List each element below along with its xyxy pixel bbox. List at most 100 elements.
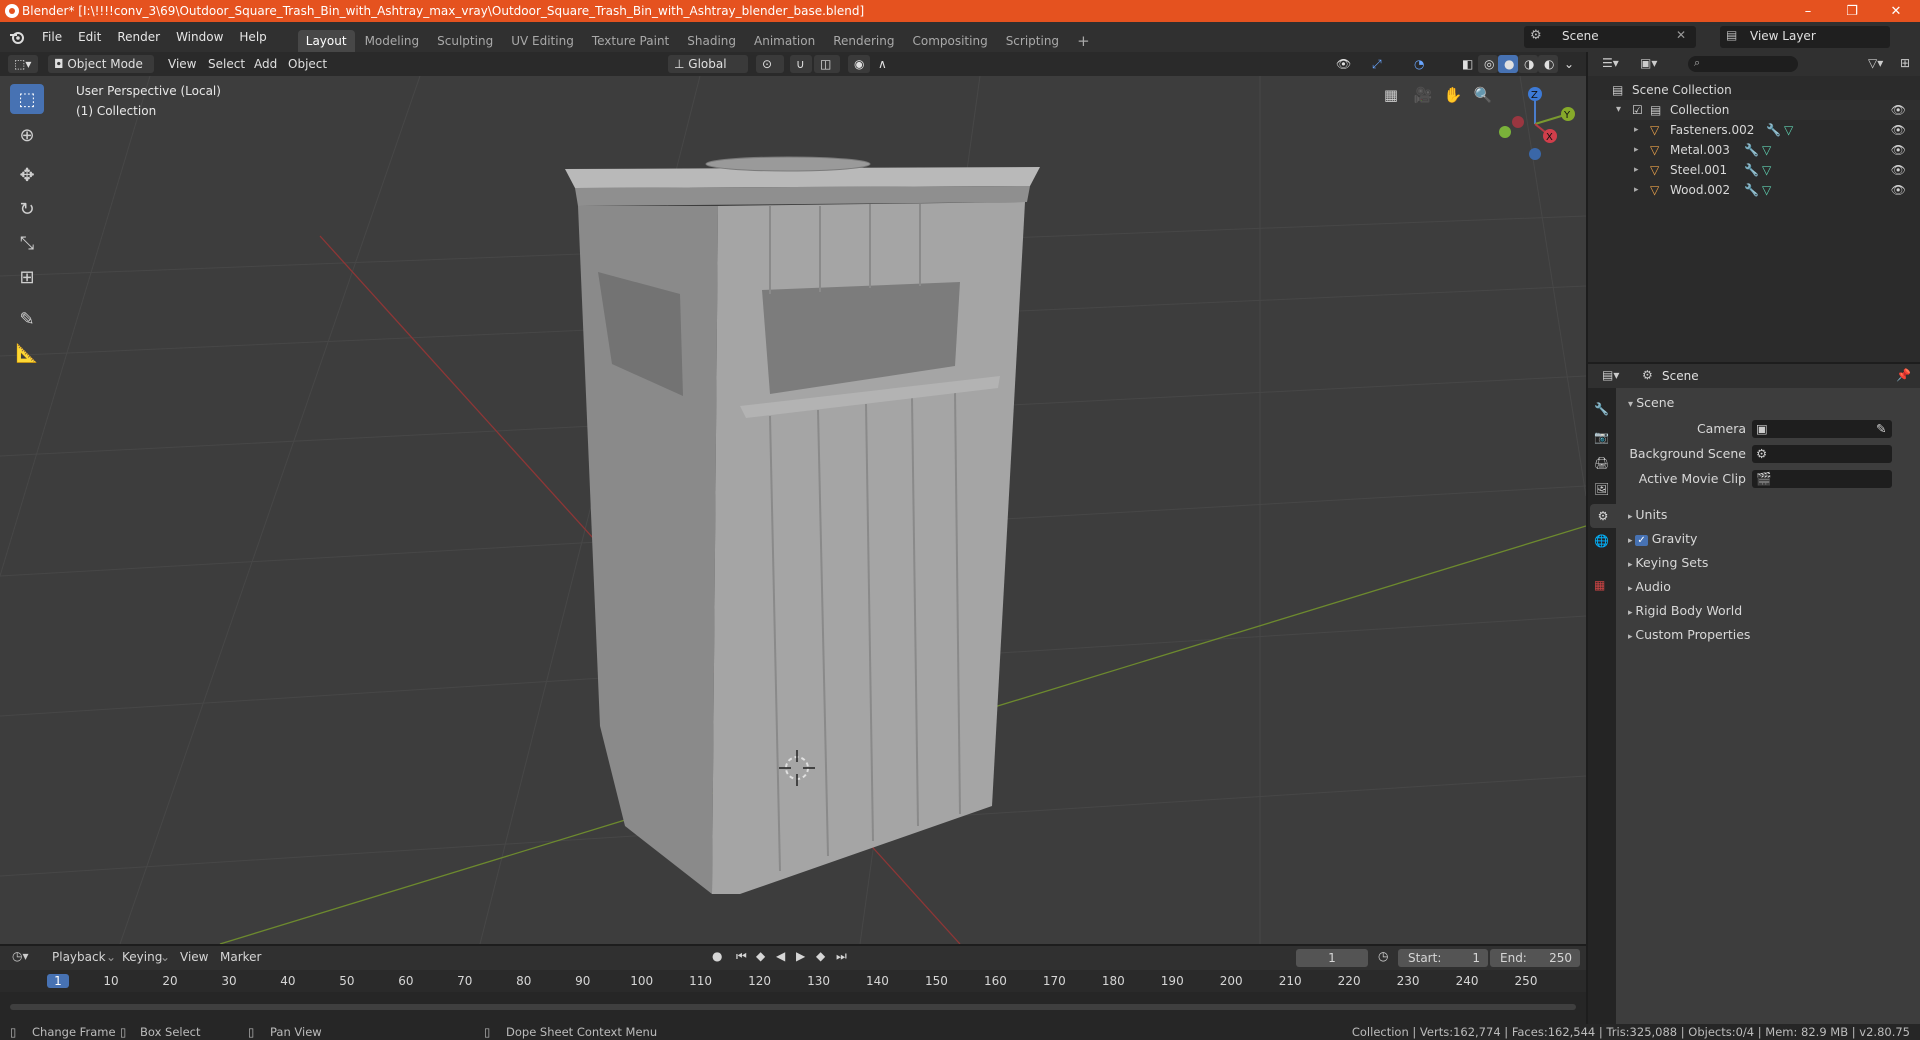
wireframe-shading-icon[interactable]: ◎: [1478, 55, 1498, 73]
new-collection-icon[interactable]: ⊞: [1900, 56, 1910, 70]
menu-marker[interactable]: Marker: [220, 950, 261, 964]
outliner-editor-icon[interactable]: ☰▾: [1602, 56, 1619, 70]
menu-file[interactable]: File: [34, 22, 70, 52]
workspace-tab-scripting[interactable]: Scripting: [998, 30, 1067, 52]
move-tool-icon[interactable]: ✥: [10, 160, 44, 190]
visibility-icon[interactable]: 👁: [1330, 55, 1360, 73]
view-layer-tab-icon[interactable]: 🖼: [1594, 482, 1609, 496]
rendered-shading-icon[interactable]: ◐: [1538, 55, 1558, 73]
scale-tool-icon[interactable]: ⤡: [10, 228, 44, 258]
properties-editor-icon[interactable]: ▤▾: [1602, 368, 1619, 382]
menu-add[interactable]: Add: [254, 55, 277, 73]
texture-tab-icon[interactable]: ▦: [1594, 578, 1605, 592]
movie-clip-field[interactable]: 🎬: [1752, 470, 1892, 488]
checkbox-icon[interactable]: ☑: [1632, 100, 1643, 120]
close-button[interactable]: ✕: [1874, 0, 1918, 22]
gravity-checkbox[interactable]: ✓: [1635, 535, 1648, 546]
transform-tool-icon[interactable]: ⊞: [10, 262, 44, 292]
menu-edit[interactable]: Edit: [70, 22, 109, 52]
eye-icon[interactable]: 👁: [1891, 140, 1906, 160]
menu-object[interactable]: Object: [288, 55, 327, 73]
outliner-object-row[interactable]: ▸ ▽ Steel.001 🔧 ▽ 👁: [1588, 160, 1920, 180]
panel-units[interactable]: ▸ Units: [1628, 504, 1918, 526]
workspace-tab-shading[interactable]: Shading: [679, 30, 744, 52]
jump-start-icon[interactable]: ⏮: [736, 949, 747, 964]
menu-render[interactable]: Render: [109, 22, 168, 52]
outliner-search-input[interactable]: ⌕: [1688, 56, 1798, 72]
eye-icon[interactable]: 👁: [1891, 160, 1906, 180]
view-layer-selector[interactable]: ▤ View Layer: [1720, 26, 1890, 48]
workspace-tab-layout[interactable]: Layout: [297, 30, 355, 52]
panel-custom-properties[interactable]: ▸ Custom Properties: [1628, 624, 1918, 646]
workspace-tab-uv-editing[interactable]: UV Editing: [503, 30, 582, 52]
eye-icon[interactable]: 👁: [1891, 120, 1906, 140]
jump-end-icon[interactable]: ⏭: [836, 949, 847, 964]
menu-view[interactable]: View: [180, 950, 208, 964]
eye-icon[interactable]: 👁: [1891, 100, 1906, 120]
filter-icon[interactable]: ▽▾: [1868, 56, 1883, 70]
blender-menu-icon[interactable]: [0, 30, 34, 44]
menu-view[interactable]: View: [168, 55, 196, 73]
prev-keyframe-icon[interactable]: ◆: [756, 949, 765, 963]
outliner-scene-collection[interactable]: ▤ Scene Collection: [1588, 80, 1920, 100]
menu-help[interactable]: Help: [231, 22, 274, 52]
expand-arrow-icon[interactable]: ▸: [1634, 160, 1639, 180]
rotate-tool-icon[interactable]: ↻: [10, 194, 44, 224]
clock-icon[interactable]: ◷: [1378, 949, 1388, 963]
expand-arrow-icon[interactable]: ▸: [1634, 180, 1639, 200]
workspace-tab-modeling[interactable]: Modeling: [357, 30, 428, 52]
ortho-toggle-icon[interactable]: ▦: [1380, 86, 1402, 108]
record-icon[interactable]: ●: [712, 949, 722, 963]
editor-type-icon[interactable]: ⬚▾: [8, 55, 38, 73]
world-tab-icon[interactable]: 🌐: [1594, 534, 1609, 548]
timeline-track-area[interactable]: [0, 992, 1586, 1024]
output-tab-icon[interactable]: 🖨: [1594, 456, 1609, 470]
gizmo-toggle-icon[interactable]: ⤢: [1366, 55, 1396, 73]
measure-tool-icon[interactable]: 📐: [10, 338, 44, 368]
scene-tab-icon[interactable]: ⚙: [1590, 504, 1616, 528]
play-reverse-icon[interactable]: ◀: [776, 949, 785, 963]
material-shading-icon[interactable]: ◑: [1518, 55, 1538, 73]
snap-icon[interactable]: ∪: [790, 55, 812, 73]
annotate-tool-icon[interactable]: ✎: [10, 304, 44, 334]
workspace-tab-rendering[interactable]: Rendering: [825, 30, 902, 52]
panel-gravity[interactable]: ▸ ✓ Gravity: [1628, 528, 1918, 550]
play-icon[interactable]: ▶: [796, 949, 805, 963]
cursor-tool-icon[interactable]: ⊕: [10, 120, 44, 150]
outliner-object-row[interactable]: ▸ ▽ Wood.002 🔧 ▽ 👁: [1588, 180, 1920, 200]
end-frame-input[interactable]: End: 250: [1490, 949, 1580, 967]
add-workspace-button[interactable]: +: [1069, 30, 1098, 52]
outliner-collection[interactable]: ▾ ☑ ▤ Collection 👁: [1588, 100, 1920, 120]
expand-arrow-icon[interactable]: ▸: [1634, 140, 1639, 160]
next-keyframe-icon[interactable]: ◆: [816, 949, 825, 963]
scene-close-icon[interactable]: ✕: [1676, 28, 1686, 42]
eye-icon[interactable]: 👁: [1891, 180, 1906, 200]
select-box-tool-icon[interactable]: ⬚: [10, 84, 44, 114]
pin-icon[interactable]: 📌: [1896, 368, 1911, 382]
solid-shading-icon[interactable]: ●: [1498, 55, 1518, 73]
tool-tab-icon[interactable]: 🔧: [1594, 402, 1609, 416]
minimize-button[interactable]: –: [1786, 0, 1830, 22]
panel-audio[interactable]: ▸ Audio: [1628, 576, 1918, 598]
workspace-tab-texture-paint[interactable]: Texture Paint: [584, 30, 677, 52]
3d-viewport[interactable]: ⬚ ⊕ ✥ ↻ ⤡ ⊞ ✎ 📐 User Perspective (Local)…: [0, 76, 1586, 944]
eyedropper-icon[interactable]: ✎: [1876, 418, 1886, 440]
scene-selector[interactable]: ⚙ Scene ✕: [1524, 26, 1696, 48]
panel-rigid-body-world[interactable]: ▸ Rigid Body World: [1628, 600, 1918, 622]
start-frame-input[interactable]: Start: 1: [1398, 949, 1488, 967]
timeline-scrollbar[interactable]: [10, 1004, 1576, 1010]
workspace-tab-animation[interactable]: Animation: [746, 30, 823, 52]
current-frame-input[interactable]: 1: [1296, 949, 1368, 967]
pivot-point-icon[interactable]: ⊙: [756, 55, 784, 73]
timeline-editor-icon[interactable]: ◷▾: [12, 949, 29, 963]
orientation-dropdown[interactable]: ⊥ Global: [668, 55, 748, 73]
menu-select[interactable]: Select: [208, 55, 245, 73]
background-scene-field[interactable]: ⚙: [1752, 445, 1892, 463]
proportional-edit-icon[interactable]: ◉: [848, 55, 870, 73]
shading-options-icon[interactable]: ⌄: [1558, 55, 1578, 73]
timeline-ruler[interactable]: 1 10 20 30 40 50 60 70 80 90 100 110 120 130 140 150 160…: [0, 970, 1586, 992]
expand-arrow-icon[interactable]: ▸: [1634, 120, 1639, 140]
camera-field[interactable]: ▣ ✎: [1752, 420, 1892, 438]
pan-hand-icon[interactable]: ✋: [1442, 86, 1464, 108]
maximize-button[interactable]: ❐: [1830, 0, 1874, 22]
